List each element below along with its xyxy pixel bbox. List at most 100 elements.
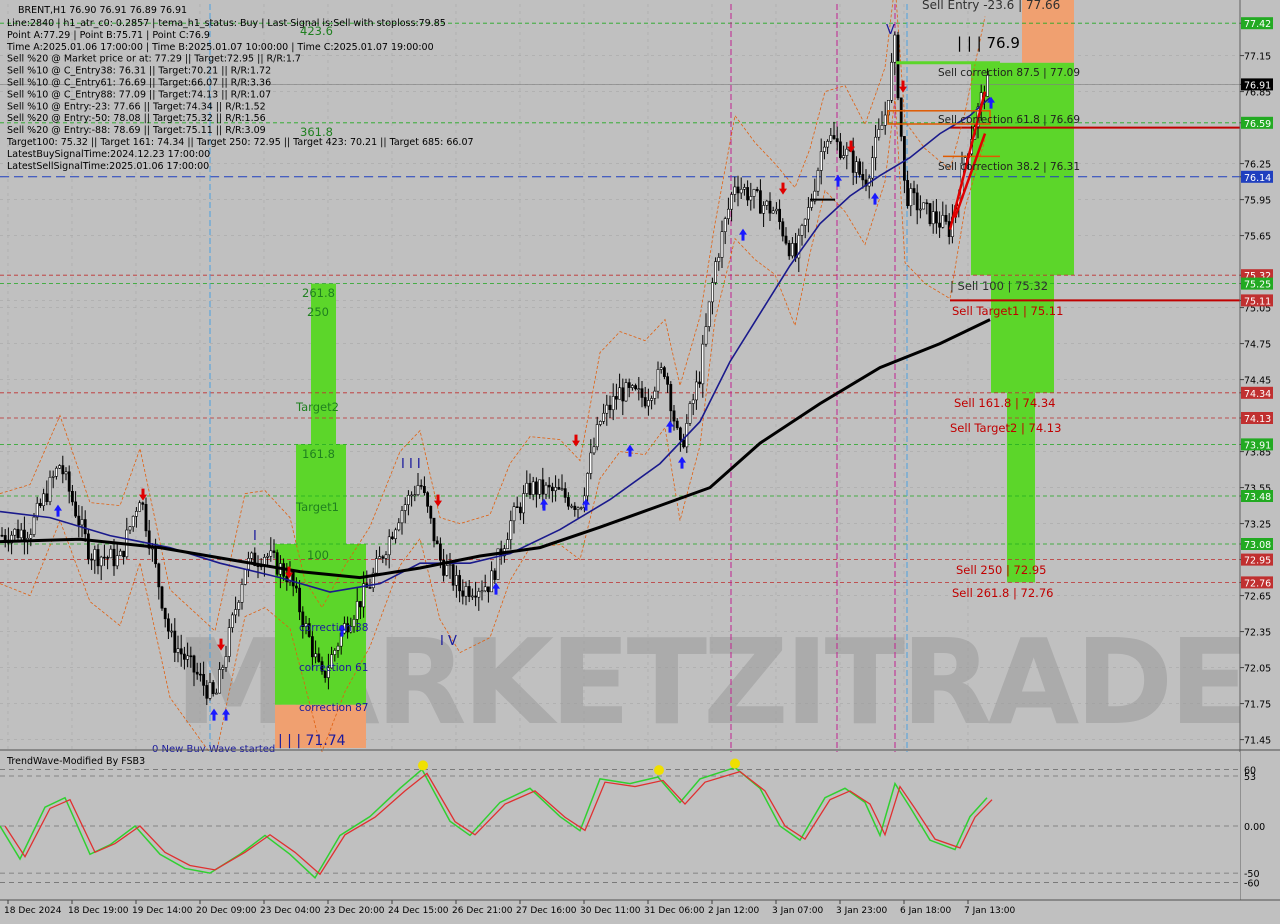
price-tag-label: 74.34: [1244, 389, 1271, 400]
candle-body: [202, 674, 206, 686]
label-correction-618: Sell correction 61.8 | 76.69: [938, 114, 1080, 126]
candle-body: [109, 548, 113, 559]
time-tick-label: 24 Dec 15:00: [388, 906, 449, 916]
candle-body: [934, 211, 938, 224]
candle-body: [522, 493, 526, 514]
candle-body: [682, 439, 686, 448]
candle-body: [22, 529, 26, 541]
candle-body: [429, 506, 433, 519]
info-line: Time A:2025.01.06 17:00:00 | Time B:2025…: [6, 42, 434, 53]
candle-body: [614, 396, 618, 400]
candle-body: [653, 390, 657, 399]
candle-body: [810, 200, 814, 208]
candle-body: [45, 493, 49, 503]
oscillator-pane: 60530.00-50-60TrendWave-Modified By FSB3: [0, 749, 1280, 900]
candle-body: [490, 570, 494, 593]
candle-body: [592, 446, 596, 454]
candle-body: [199, 673, 202, 676]
candle-body: [432, 517, 436, 542]
candle-body: [778, 208, 782, 222]
candle-body: [67, 471, 71, 492]
candle-body: [227, 627, 231, 657]
candle-body: [710, 282, 714, 303]
candle-body: [237, 602, 241, 610]
candle-body: [314, 653, 318, 658]
candle-body: [419, 485, 423, 487]
chart-container: MARKETZITRADE Sell Entry -23.6 | 77.66 | …: [0, 0, 1280, 920]
label-buy-250: 250: [307, 305, 329, 319]
candle-body: [832, 135, 836, 139]
candle-body: [518, 506, 522, 514]
info-line: Sell %10 @ C_Entry38: 76.31 || Target:70…: [7, 66, 271, 77]
info-line: Point A:77.29 | Point B:75.71 | Point C:…: [7, 30, 210, 41]
candle-body: [179, 648, 183, 655]
candle-body: [666, 376, 670, 385]
candle-body: [378, 556, 382, 559]
candle-body: [701, 343, 705, 385]
candle-body: [397, 522, 401, 531]
candle-body: [183, 653, 186, 660]
candle-body: [87, 533, 90, 560]
candle-body: [650, 398, 654, 401]
candle-body: [928, 203, 932, 225]
candle-body: [944, 215, 948, 222]
label-sell-2618: Sell 261.8 | 72.76: [952, 586, 1053, 600]
candle-body: [54, 467, 58, 477]
candle-body: [698, 381, 702, 385]
candle-body: [106, 557, 110, 559]
price-tick-label: 77.15: [1244, 52, 1271, 63]
price-tag-label: 76.91: [1244, 80, 1271, 91]
price-tick-label: 76.25: [1244, 160, 1271, 171]
candle-body: [784, 235, 788, 244]
candle-body: [765, 200, 769, 206]
candle-body: [250, 552, 254, 559]
osc-level-label: 53: [1244, 772, 1256, 783]
candle-body: [624, 382, 628, 402]
candle-body: [135, 511, 138, 517]
candle-body: [819, 151, 823, 171]
price-tag-label: 75.25: [1244, 280, 1271, 291]
candle-body: [922, 202, 926, 210]
candle-body: [486, 586, 490, 593]
candle-body: [119, 550, 122, 556]
time-tick-label: 23 Dec 20:00: [324, 906, 385, 916]
price-tick-label: 75.65: [1244, 232, 1271, 243]
candle-body: [525, 482, 529, 494]
candle-body: [557, 487, 561, 490]
candle-body: [803, 218, 807, 226]
osc-title: TrendWave-Modified By FSB3: [6, 756, 145, 767]
info-line: LatestBuySignalTime:2024.12.23 17:00:00: [7, 149, 210, 160]
label-buy-corr38: correction 38: [299, 622, 368, 634]
candle-body: [838, 141, 842, 158]
candle-body: [637, 388, 641, 390]
candle-body: [931, 211, 935, 225]
label-sell-target1: Sell Target1 | 75.11: [952, 304, 1063, 318]
candle-body: [915, 192, 919, 211]
candle-body: [221, 667, 225, 670]
candle-body: [851, 150, 855, 173]
candle-body: [38, 502, 42, 507]
candle-body: [816, 170, 820, 192]
candle-body: [144, 504, 148, 532]
candle-body: [790, 243, 794, 257]
candle-body: [678, 427, 682, 441]
label-wave-v: V: [886, 23, 895, 38]
candle-body: [611, 396, 615, 411]
candle-body: [176, 648, 180, 653]
candle-body: [74, 501, 78, 517]
candle-body: [544, 484, 548, 495]
candle-body: [461, 590, 465, 597]
label-wave-iii: I I I: [401, 457, 421, 472]
candle-body: [451, 564, 455, 586]
candle-body: [643, 397, 647, 407]
info-line: LatestSellSignalTime:2025.01.06 17:00:00: [7, 161, 209, 172]
candle-body: [157, 563, 161, 588]
candle-body: [941, 215, 945, 228]
label-buy-target2: Target2: [295, 400, 339, 414]
candle-body: [563, 488, 567, 498]
label-point-c: | | | 76.9: [957, 34, 1020, 52]
candle-body: [749, 196, 753, 201]
label-sell-1618: Sell 161.8 | 74.34: [954, 396, 1055, 410]
label-sell-entry: Sell Entry -23.6 | 77.66: [922, 0, 1060, 12]
candle-body: [403, 504, 407, 511]
